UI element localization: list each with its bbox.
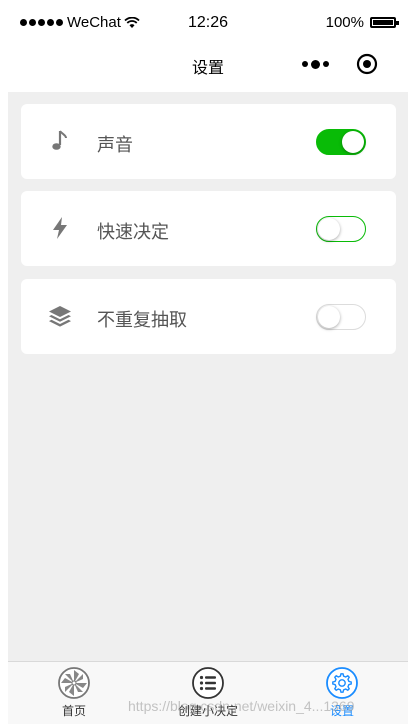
sound-toggle[interactable]: [316, 129, 366, 155]
tab-label: 首页: [61, 704, 86, 718]
phone-screen: WeChat 12:26 100% 设置 声音 快速决定 不重复抽取 首页 创建…: [8, 8, 408, 724]
target-close-icon[interactable]: [355, 52, 379, 76]
setting-row-no-repeat: 不重复抽取: [21, 279, 396, 354]
music-note-icon: [52, 130, 67, 150]
tab-bar: 首页 创建小决定 设置 https://blog.csdn.net/weixin…: [8, 661, 408, 724]
list-icon: [192, 667, 224, 699]
status-bar: WeChat 12:26 100%: [8, 8, 408, 36]
battery-icon: [370, 17, 399, 28]
setting-row-sound: 声音: [21, 104, 396, 179]
setting-label: 快速决定: [97, 222, 169, 242]
gear-icon: [326, 667, 358, 699]
quick-decide-toggle[interactable]: [316, 216, 366, 242]
pinwheel-icon: [58, 667, 90, 699]
page-title: 设置: [191, 60, 224, 77]
setting-label: 声音: [97, 135, 133, 155]
tab-home[interactable]: 首页: [14, 666, 134, 724]
battery-status: 100%: [325, 14, 399, 31]
lightning-icon: [53, 217, 67, 239]
no-repeat-toggle[interactable]: [316, 304, 366, 330]
tab-create-decision[interactable]: 创建小决定: [148, 666, 268, 724]
setting-row-quick-decide: 快速决定: [21, 191, 396, 266]
setting-label: 不重复抽取: [97, 310, 187, 330]
watermark-text: https://blog.csdn.net/weixin_4...1369: [128, 698, 355, 714]
more-dots-icon[interactable]: [298, 52, 332, 76]
tab-settings[interactable]: 设置: [282, 666, 402, 724]
battery-percent: 100%: [325, 14, 364, 31]
layers-icon: [49, 306, 71, 327]
navigation-bar: 设置: [8, 36, 408, 92]
